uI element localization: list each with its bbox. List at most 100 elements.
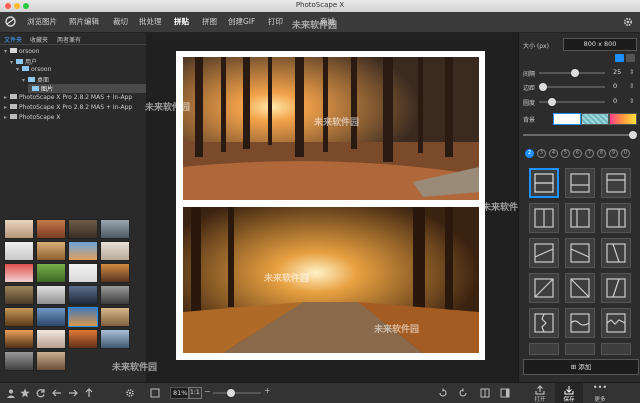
layout-template[interactable] [529, 238, 559, 268]
collage-photo-autumn-road[interactable] [183, 207, 479, 353]
page-dot[interactable]: 4 [549, 149, 558, 158]
save-button[interactable]: 保存 [555, 383, 583, 403]
user-icon[interactable] [6, 388, 16, 398]
gear-icon[interactable] [125, 388, 135, 398]
background-opacity-slider[interactable] [523, 131, 637, 139]
page-dot[interactable]: 8 [597, 149, 606, 158]
thumbnail[interactable] [36, 219, 66, 239]
spacing-slider[interactable] [539, 69, 605, 77]
layout-template[interactable] [565, 343, 595, 355]
link-toggle[interactable] [626, 54, 635, 62]
thumbnail[interactable] [4, 307, 34, 327]
refresh-icon[interactable] [36, 388, 46, 398]
tab-print[interactable]: 打印 [268, 16, 283, 28]
tab-combine[interactable]: 拼图 [202, 16, 217, 28]
photoscape-logo-icon[interactable] [4, 15, 17, 28]
layout-template[interactable] [529, 308, 559, 338]
roundness-slider[interactable] [539, 98, 605, 106]
slider-knob[interactable] [629, 131, 637, 139]
thumbnail[interactable] [36, 351, 66, 371]
thumbnail[interactable] [36, 307, 66, 327]
border-value[interactable]: 0 [613, 82, 617, 90]
percent-toggle[interactable] [615, 54, 624, 62]
layout-template[interactable] [529, 343, 559, 355]
tab-browse[interactable]: 浏览图片 [27, 16, 57, 28]
size-field[interactable]: 800 x 800 [563, 38, 637, 51]
tab-photo-edit[interactable]: 照片编辑 [69, 16, 99, 28]
layout-template[interactable] [565, 238, 595, 268]
zoom-out-icon[interactable]: − [204, 387, 211, 396]
thumbnail[interactable] [4, 263, 34, 283]
layout-template[interactable] [601, 238, 631, 268]
layout-template[interactable] [601, 273, 631, 303]
zoom-in-icon[interactable]: + [264, 386, 271, 395]
layout-template[interactable] [601, 308, 631, 338]
panel-toggle-icon[interactable] [500, 388, 510, 398]
actual-size-button[interactable]: 1:1 [188, 387, 202, 399]
rotate-right-icon[interactable] [458, 388, 468, 398]
stepper-icon[interactable]: ⇕ [629, 82, 634, 90]
background-gradient-swatch[interactable] [609, 113, 637, 125]
collage-photo-forest-sunset[interactable] [183, 57, 479, 200]
page-dot[interactable]: 6 [573, 149, 582, 158]
slider-knob[interactable] [570, 69, 579, 77]
add-button[interactable]: ⊞ 添加 [523, 359, 639, 375]
thumbnail[interactable] [100, 285, 130, 305]
layout-template[interactable] [529, 203, 559, 233]
fit-screen-icon[interactable] [150, 388, 160, 398]
spacing-value[interactable]: 25 [613, 68, 621, 76]
tab-collage[interactable]: 拼贴 [174, 16, 189, 28]
page-dot[interactable]: 2 [525, 149, 534, 158]
page-dot[interactable]: 9 [609, 149, 618, 158]
background-white-swatch[interactable] [553, 113, 581, 125]
tree-item-volume1[interactable]: ▸ PhotoScape X Pro 2.8.2 MAS + In-App [4, 94, 132, 101]
tree-item-pictures[interactable]: 图片 [28, 84, 150, 93]
slider-knob[interactable] [227, 389, 235, 397]
thumbnail[interactable] [4, 329, 34, 349]
layout-template[interactable] [601, 343, 631, 355]
stepper-icon[interactable]: ⇕ [629, 68, 634, 76]
thumbnail[interactable] [68, 263, 98, 283]
thumbnail[interactable] [36, 241, 66, 261]
arrow-up-icon[interactable] [84, 388, 94, 398]
thumbnail[interactable] [36, 285, 66, 305]
layout-template[interactable] [601, 168, 631, 198]
thumbnail[interactable] [4, 285, 34, 305]
star-icon[interactable] [20, 388, 30, 398]
tree-item-user[interactable]: ▾ orsoon [4, 48, 39, 55]
tab-favorites[interactable]: 收藏夹 [30, 35, 48, 44]
layout-template-two-rows[interactable] [529, 168, 559, 198]
thumbnail[interactable] [100, 241, 130, 261]
tab-create-gif[interactable]: 创建GIF [228, 16, 255, 28]
layout-template[interactable] [565, 273, 595, 303]
tree-item-user-folder[interactable]: ▾ orsoon [16, 66, 51, 73]
thumbnail[interactable] [36, 329, 66, 349]
page-dot[interactable]: 3 [537, 149, 546, 158]
thumbnail[interactable] [36, 263, 66, 283]
rotate-left-icon[interactable] [438, 388, 448, 398]
thumbnail[interactable] [68, 241, 98, 261]
more-button[interactable]: ••• 更多 [586, 383, 614, 403]
thumbnail[interactable] [4, 351, 34, 371]
tab-both[interactable]: 两者兼有 [57, 35, 81, 44]
tree-item-users[interactable]: ▾ 用户 [10, 57, 37, 66]
layout-template[interactable] [565, 203, 595, 233]
arrow-left-icon[interactable] [52, 388, 62, 398]
layout-template[interactable] [529, 273, 559, 303]
thumbnail[interactable] [68, 219, 98, 239]
thumbnail[interactable] [100, 263, 130, 283]
stepper-icon[interactable]: ⇕ [629, 97, 634, 105]
border-slider[interactable] [539, 83, 605, 91]
arrow-right-icon[interactable] [68, 388, 78, 398]
thumbnail[interactable] [100, 329, 130, 349]
thumbnail[interactable] [4, 219, 34, 239]
tree-item-volume3[interactable]: ▸ PhotoScape X [4, 114, 60, 121]
split-view-icon[interactable] [480, 388, 490, 398]
open-button[interactable]: 打开 [526, 383, 554, 403]
page-dot[interactable]: 7 [585, 149, 594, 158]
tab-folders[interactable]: 文件夹 [4, 35, 22, 44]
slider-knob[interactable] [539, 83, 547, 91]
thumbnail[interactable] [100, 219, 130, 239]
gear-icon[interactable] [622, 16, 634, 28]
tree-item-desktop[interactable]: ▾ 桌面 [22, 75, 49, 84]
